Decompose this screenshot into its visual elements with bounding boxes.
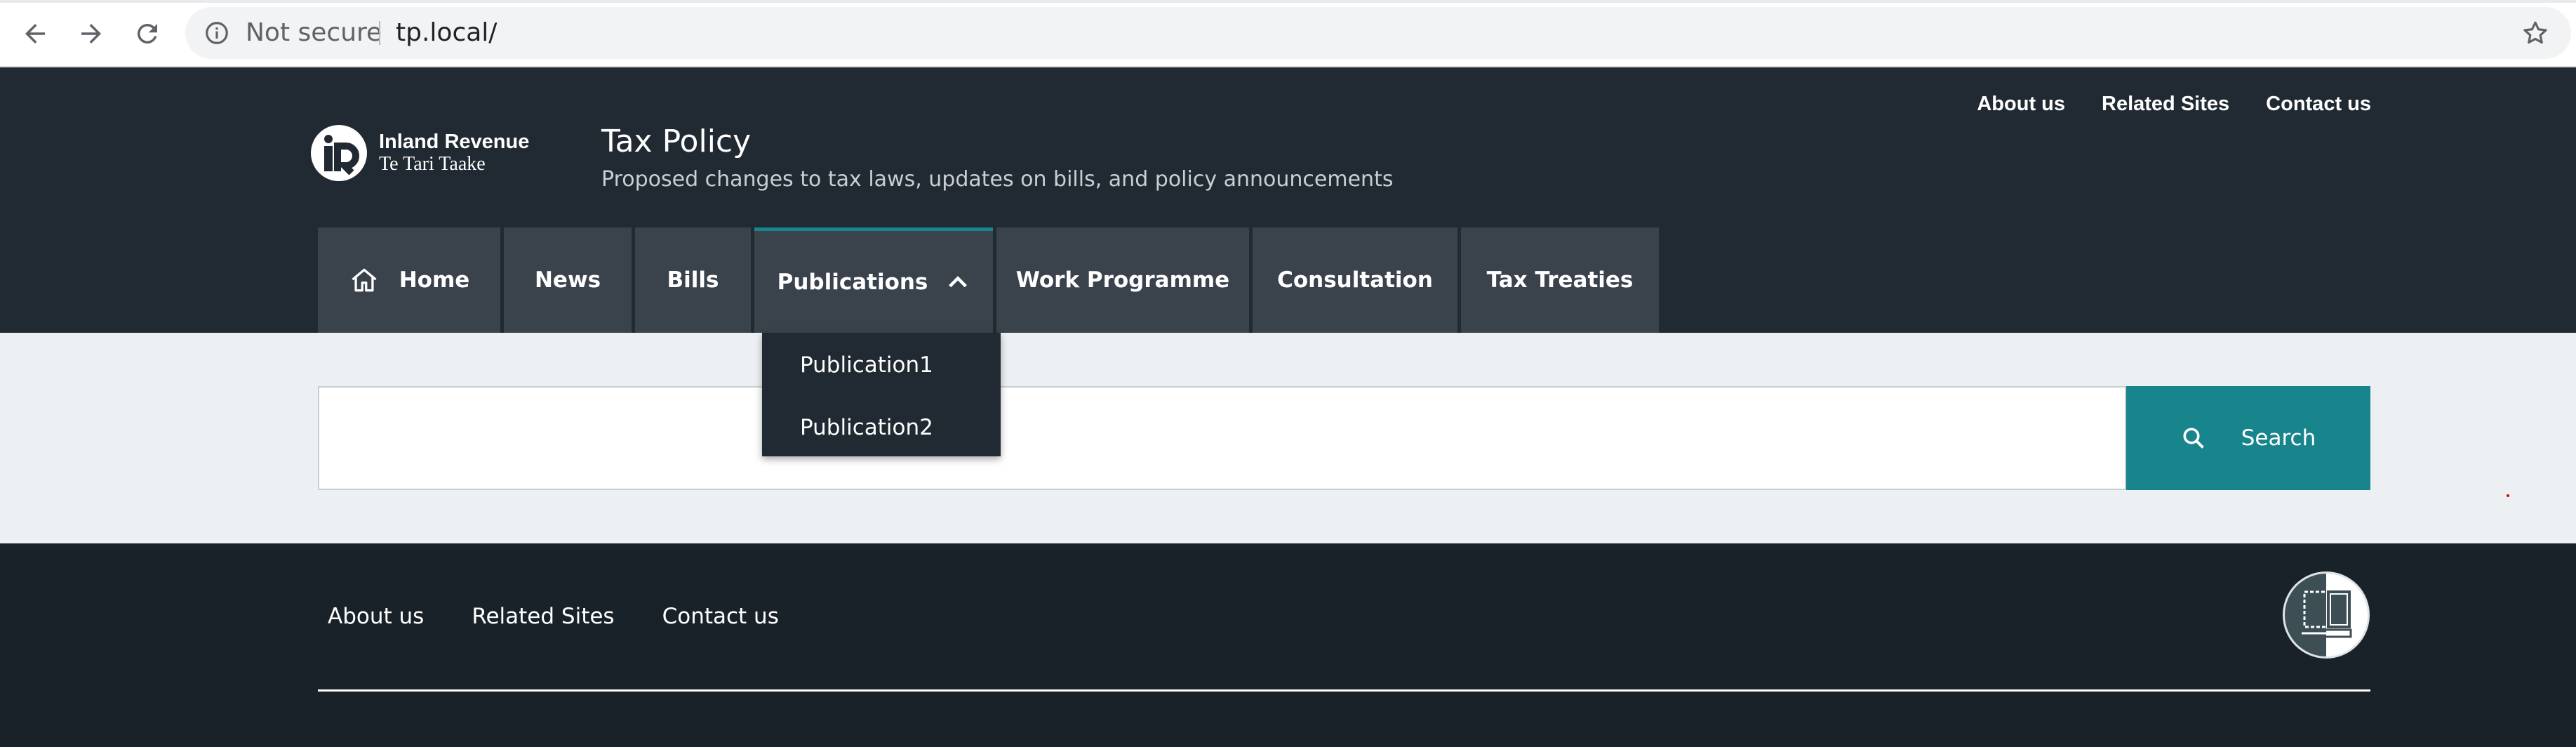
omnibox-divider bbox=[379, 21, 380, 45]
nav-bills-label: Bills bbox=[667, 267, 719, 293]
nav-news[interactable]: News bbox=[504, 227, 632, 333]
search-button-label: Search bbox=[2241, 425, 2316, 451]
site-subtitle: Proposed changes to tax laws, updates on… bbox=[601, 167, 1394, 192]
reload-button[interactable] bbox=[128, 14, 167, 53]
url-text[interactable]: tp.local/ bbox=[396, 7, 497, 59]
forward-arrow-icon bbox=[81, 24, 101, 44]
footer-related-sites-link[interactable]: Related Sites bbox=[472, 604, 614, 629]
chevron-up-icon bbox=[949, 275, 968, 287]
nav-consultation[interactable]: Consultation bbox=[1253, 227, 1457, 333]
nav-work-programme-label: Work Programme bbox=[1015, 267, 1230, 293]
search-section: Search bbox=[0, 333, 2576, 543]
back-button[interactable] bbox=[15, 14, 55, 53]
search-icon bbox=[2183, 428, 2204, 449]
nav-publications-label: Publications bbox=[777, 269, 928, 295]
ir-logo-icon[interactable] bbox=[311, 124, 367, 183]
footer-about-us-link[interactable]: About us bbox=[328, 604, 424, 629]
footer-divider bbox=[318, 689, 2370, 692]
reload-icon bbox=[137, 23, 157, 44]
tab-strip-edge bbox=[0, 0, 2576, 3]
site-header: About us Related Sites Contact us Inland… bbox=[0, 67, 2576, 333]
utility-nav: About us Related Sites Contact us bbox=[1977, 93, 2371, 116]
stray-pixel bbox=[2507, 494, 2509, 497]
nav-home[interactable]: Home bbox=[318, 227, 500, 333]
forward-button[interactable] bbox=[72, 14, 111, 53]
nav-publications[interactable]: Publications bbox=[754, 227, 993, 333]
about-us-link[interactable]: About us bbox=[1977, 93, 2065, 116]
footer-contact-us-link[interactable]: Contact us bbox=[662, 604, 779, 629]
footer-nav: About us Related Sites Contact us bbox=[328, 604, 779, 629]
dropdown-item-publication2[interactable]: Publication2 bbox=[800, 415, 933, 440]
nav-news-label: News bbox=[534, 267, 601, 293]
info-icon[interactable] bbox=[203, 20, 230, 46]
nav-work-programme[interactable]: Work Programme bbox=[996, 227, 1249, 333]
nav-tax-treaties[interactable]: Tax Treaties bbox=[1461, 227, 1659, 333]
browser-toolbar: Not secure tp.local/ bbox=[0, 0, 2576, 67]
site-title[interactable]: Tax Policy bbox=[601, 124, 751, 159]
nav-tax-treaties-label: Tax Treaties bbox=[1486, 267, 1634, 293]
logo-text-english: Inland Revenue bbox=[379, 131, 530, 153]
nav-consultation-label: Consultation bbox=[1277, 267, 1433, 293]
contact-us-link[interactable]: Contact us bbox=[2266, 93, 2371, 116]
home-icon bbox=[352, 268, 377, 292]
main-nav: Home News Bills Publications Work Progra… bbox=[318, 227, 1659, 333]
dropdown-item-publication1[interactable]: Publication1 bbox=[800, 352, 933, 378]
publications-dropdown: Publication1 Publication2 bbox=[762, 333, 1001, 456]
nav-bills[interactable]: Bills bbox=[635, 227, 751, 333]
accessibility-badge-icon[interactable] bbox=[2283, 571, 2370, 659]
logo-text-maori: Te Tari Taake bbox=[379, 153, 486, 175]
search-input[interactable] bbox=[318, 386, 2126, 490]
nav-home-label: Home bbox=[399, 267, 470, 293]
star-icon[interactable] bbox=[2521, 18, 2550, 48]
related-sites-link[interactable]: Related Sites bbox=[2102, 93, 2229, 116]
address-bar[interactable]: Not secure tp.local/ bbox=[185, 7, 2571, 59]
site-footer: About us Related Sites Contact us bbox=[0, 543, 2576, 747]
back-arrow-icon bbox=[25, 24, 45, 44]
search-button[interactable]: Search bbox=[2126, 386, 2370, 490]
security-status[interactable]: Not secure bbox=[246, 7, 382, 59]
